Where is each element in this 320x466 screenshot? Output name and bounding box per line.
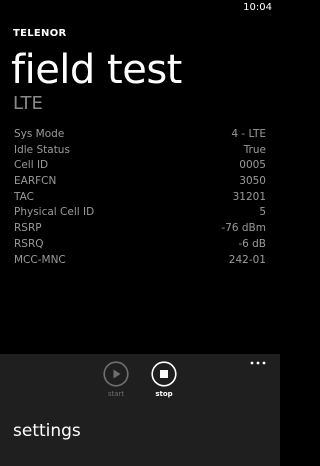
network-type-subtitle: LTE	[13, 93, 43, 114]
info-value: 31201	[232, 190, 266, 203]
info-value: 3050	[239, 175, 266, 188]
info-label: TAC	[14, 190, 34, 203]
info-row-sys-mode: Sys Mode 4 - LTE	[14, 127, 266, 143]
info-label: Idle Status	[14, 143, 70, 156]
menu-item-settings[interactable]: settings	[13, 420, 81, 442]
ellipsis-icon[interactable]	[249, 358, 267, 368]
info-row-mcc-mnc: MCC-MNC 242-01	[14, 253, 266, 269]
info-row-physical-cell-id: Physical Cell ID 5	[14, 205, 266, 221]
info-label: Cell ID	[14, 159, 49, 172]
play-icon	[103, 361, 129, 387]
stop-button-label: stop	[155, 390, 173, 398]
info-label: Physical Cell ID	[14, 206, 95, 219]
info-value: 5	[259, 206, 266, 219]
info-label: RSRP	[14, 222, 42, 235]
info-row-cell-id: Cell ID 0005	[14, 158, 266, 174]
info-value: 0005	[239, 159, 266, 172]
page-title: field test	[11, 47, 182, 93]
info-row-rsrq: RSRQ -6 dB	[14, 237, 266, 253]
info-row-earfcn: EARFCN 3050	[14, 174, 266, 190]
info-value: -76 dBm	[221, 222, 266, 235]
info-row-tac: TAC 31201	[14, 190, 266, 206]
start-button[interactable]: start	[96, 361, 136, 399]
info-row-rsrp: RSRP -76 dBm	[14, 221, 266, 237]
field-test-info-list: Sys Mode 4 - LTE Idle Status True Cell I…	[14, 127, 266, 268]
info-value: -6 dB	[238, 237, 266, 250]
stop-icon	[151, 361, 177, 387]
app-title: TELENOR	[13, 28, 67, 39]
status-bar: 10:04	[0, 0, 280, 16]
info-label: EARFCN	[14, 175, 57, 188]
info-value: 242-01	[228, 253, 266, 266]
info-label: MCC-MNC	[14, 253, 66, 266]
info-label: RSRQ	[14, 237, 44, 250]
info-value: 4 - LTE	[231, 128, 266, 140]
start-button-label: start	[107, 390, 125, 398]
info-row-idle-status: Idle Status True	[14, 143, 266, 159]
stop-button[interactable]: stop	[144, 361, 184, 399]
status-clock: 10:04	[243, 2, 272, 13]
info-value: True	[243, 143, 266, 156]
info-label: Sys Mode	[14, 128, 65, 140]
app-bar: start stop settings	[0, 354, 280, 466]
